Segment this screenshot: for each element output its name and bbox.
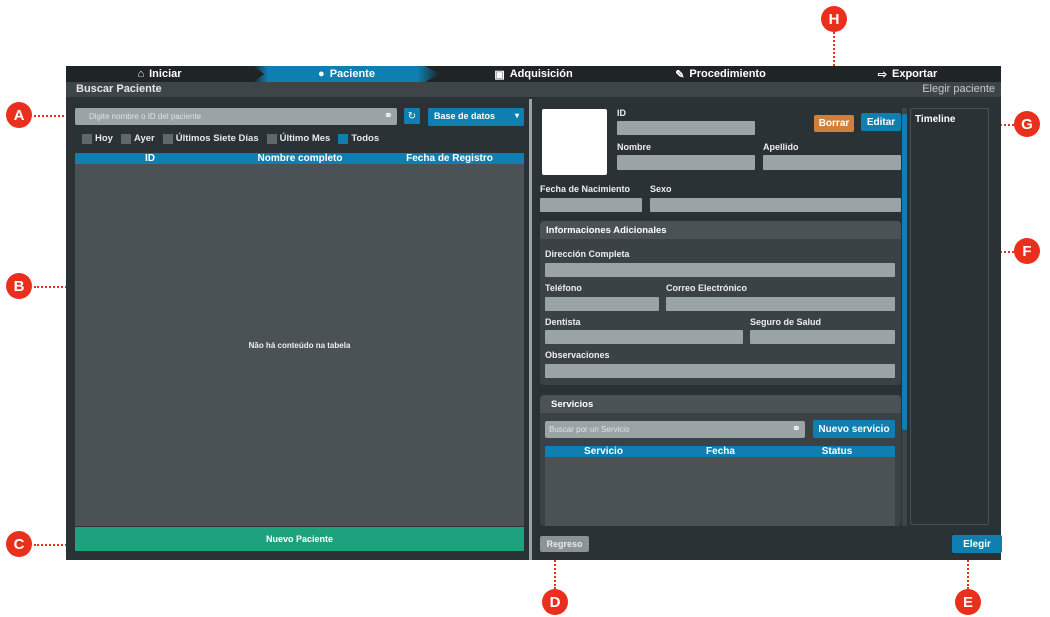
search-placeholder: Digite nombre o ID del paciente [89, 112, 202, 121]
email-field[interactable] [666, 297, 895, 311]
callout-marker-c: C [6, 531, 32, 557]
chevron-down-icon: ▾ [514, 111, 519, 120]
filter-label: Ayer [133, 133, 155, 144]
checkbox-checked[interactable] [338, 133, 349, 144]
checkbox[interactable] [82, 133, 92, 144]
callout-marker-b: B [6, 273, 32, 299]
name-field[interactable] [617, 155, 755, 170]
new-service-button[interactable]: Nuevo servicio [813, 420, 895, 438]
new-patient-button[interactable]: Nuevo Paciente [75, 527, 524, 551]
panel-divider[interactable] [529, 99, 532, 560]
section-header: Informaciones Adicionales [540, 221, 901, 239]
column-header-status[interactable]: Status [779, 446, 895, 457]
callout-marker-h: H [821, 6, 847, 32]
sex-field[interactable] [650, 198, 901, 212]
service-search-input[interactable]: Buscar por un Servicio ⚭ [545, 421, 805, 438]
column-header-nombre[interactable]: Nombre completo [225, 153, 375, 164]
date-filters: Hoy Ayer Últimos Siete Días Último Mes T… [82, 133, 379, 144]
callout-marker-a: A [6, 102, 32, 128]
id-label: ID [617, 108, 626, 118]
filter-label: Hoy [95, 133, 113, 144]
callout-marker-f: F [1014, 238, 1040, 264]
binoculars-icon[interactable]: ⚭ [384, 109, 393, 122]
services-table-header: Servicio Fecha Status [545, 446, 895, 457]
back-button[interactable]: Regreso [540, 536, 589, 552]
patient-search-input[interactable]: Digite nombre o ID del paciente ⚭ [75, 108, 397, 125]
source-select-value: Base de datos [434, 111, 496, 121]
sex-label: Sexo [650, 184, 672, 194]
timeline-title: Timeline [915, 114, 956, 125]
column-header-id[interactable]: ID [75, 153, 225, 164]
name-label: Nombre [617, 142, 652, 152]
surname-field[interactable] [763, 155, 901, 170]
services-table-body [545, 457, 895, 526]
edit-button[interactable]: Editar [861, 113, 901, 131]
scrollbar-thumb[interactable] [902, 114, 907, 430]
checkbox[interactable] [162, 133, 173, 144]
callout-marker-d: D [542, 589, 568, 615]
filter-ayer[interactable]: Ayer [120, 133, 155, 144]
empty-table-message: Não há conteúdo na tabela [248, 341, 351, 350]
birth-date-field[interactable] [540, 198, 642, 212]
surname-label: Apellido [763, 142, 799, 152]
address-field[interactable] [545, 263, 895, 277]
dentist-field[interactable] [545, 330, 743, 344]
insurance-label: Seguro de Salud [750, 317, 822, 327]
search-placeholder: Buscar por un Servicio [549, 425, 630, 434]
filter-todos[interactable]: Todos [338, 133, 379, 144]
refresh-button[interactable]: ↻ [404, 108, 420, 124]
notes-label: Observaciones [545, 350, 610, 360]
phone-label: Teléfono [545, 283, 582, 293]
filter-ultimo-mes[interactable]: Último Mes [266, 133, 331, 144]
filter-hoy[interactable]: Hoy [82, 133, 113, 144]
filter-label: Últimos Siete Días [175, 133, 259, 144]
timeline-panel: Timeline [910, 108, 989, 525]
email-label: Correo Electrónico [666, 283, 748, 293]
checkbox[interactable] [120, 133, 131, 144]
dentist-label: Dentista [545, 317, 581, 327]
delete-button[interactable]: Borrar [814, 115, 854, 132]
column-header-servicio[interactable]: Servicio [545, 446, 662, 457]
patients-table-header: ID Nombre completo Fecha de Registro [75, 153, 524, 164]
insurance-field[interactable] [750, 330, 895, 344]
phone-field[interactable] [545, 297, 659, 311]
filter-label: Todos [351, 133, 380, 144]
choose-button[interactable]: Elegir [952, 535, 1002, 553]
filter-ultimos-siete-dias[interactable]: Últimos Siete Días [162, 133, 259, 144]
notes-field[interactable] [545, 364, 895, 378]
column-header-fecha[interactable]: Fecha [662, 446, 779, 457]
column-header-fecha[interactable]: Fecha de Registro [375, 153, 524, 164]
callout-marker-e: E [955, 589, 981, 615]
refresh-icon: ↻ [407, 110, 417, 122]
birth-label: Fecha de Nacimiento [540, 184, 631, 194]
filter-label: Último Mes [279, 133, 331, 144]
checkbox[interactable] [266, 133, 277, 144]
source-select[interactable]: Base de datos ▾ [428, 108, 524, 126]
patient-photo[interactable] [542, 109, 607, 175]
binoculars-icon[interactable]: ⚭ [792, 422, 801, 435]
section-header: Servicios [540, 395, 901, 413]
patients-table-body: Não há conteúdo na tabela [75, 164, 524, 526]
address-label: Dirección Completa [545, 249, 630, 259]
callout-marker-g: G [1014, 111, 1040, 137]
id-field[interactable] [617, 121, 755, 135]
